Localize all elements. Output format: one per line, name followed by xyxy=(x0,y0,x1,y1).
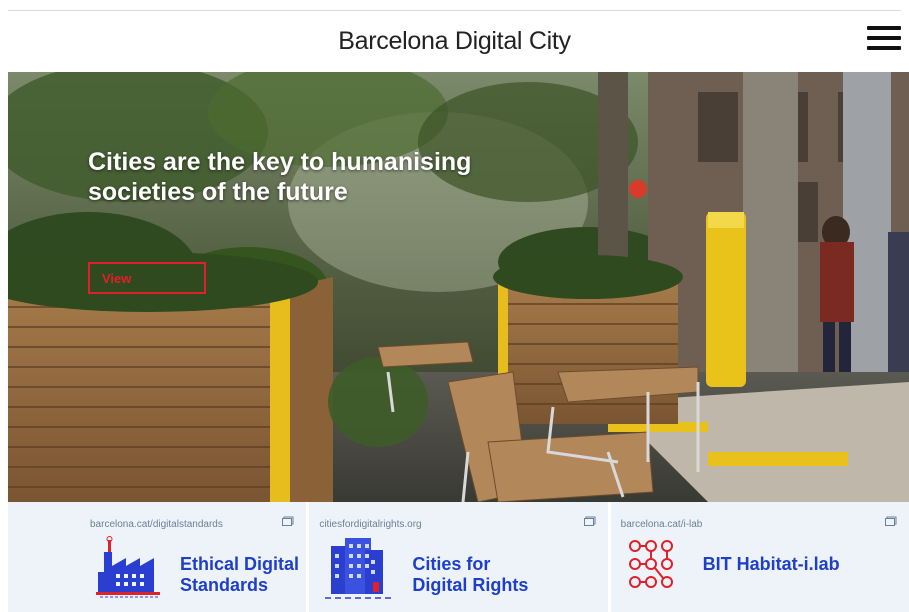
site-title[interactable]: Barcelona Digital City xyxy=(338,27,571,56)
external-link-icon[interactable] xyxy=(282,516,294,526)
card-url[interactable]: citiesfordigitalrights.org xyxy=(319,519,421,530)
site-header: Barcelona Digital City xyxy=(0,11,909,72)
factory-icon xyxy=(96,536,160,598)
external-link-icon[interactable] xyxy=(884,516,897,526)
view-button[interactable]: View xyxy=(88,262,206,294)
card-url[interactable]: barcelona.cat/digitalstandards xyxy=(90,519,223,530)
card-label[interactable]: Cities for Digital Rights xyxy=(412,554,528,596)
external-link-icon[interactable] xyxy=(583,516,596,526)
hero-banner: Cities are the key to humanising societi… xyxy=(8,72,909,502)
card-cities-for-digital-rights[interactable]: citiesfordigitalrights.org Cities for Dig… xyxy=(309,502,608,612)
card-label[interactable]: BIT Habitat-i.lab xyxy=(703,554,840,575)
card-bit-habitat-ilab[interactable]: barcelona.cat/i-lab BIT Habitat-i.lab xyxy=(610,502,909,612)
hero-headline: Cities are the key to humanising societi… xyxy=(88,148,472,206)
card-url[interactable]: barcelona.cat/i-lab xyxy=(621,519,703,530)
network-nodes-icon xyxy=(628,540,673,588)
card-label[interactable]: Ethical Digital Standards xyxy=(180,554,299,596)
hamburger-menu-icon[interactable] xyxy=(867,23,901,53)
link-cards: barcelona.cat/digitalstandards Ethical D… xyxy=(8,502,909,612)
card-ethical-digital-standards[interactable]: barcelona.cat/digitalstandards Ethical D… xyxy=(8,502,307,612)
building-icon xyxy=(325,538,392,599)
